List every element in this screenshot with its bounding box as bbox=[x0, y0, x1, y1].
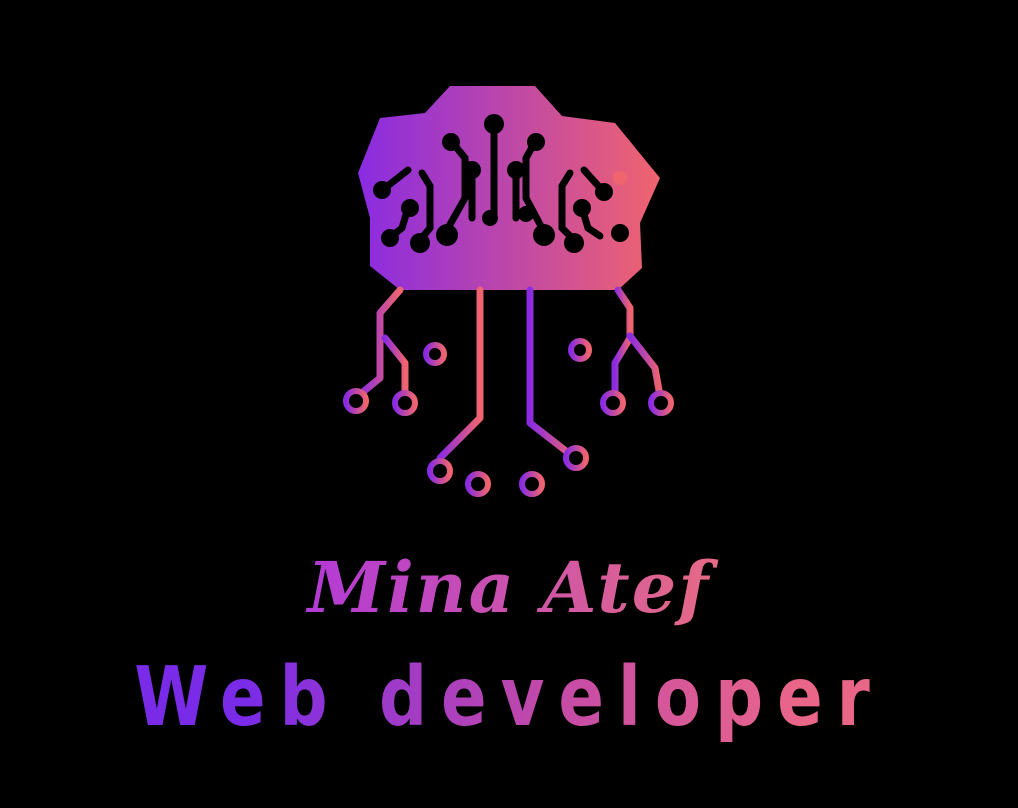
owner-name: Mina Atef bbox=[0, 548, 1018, 628]
logo-canvas: Mina Atef Web developer bbox=[0, 0, 1018, 808]
job-title: Web developer bbox=[92, 648, 927, 748]
circuit-brain-icon bbox=[343, 86, 674, 497]
